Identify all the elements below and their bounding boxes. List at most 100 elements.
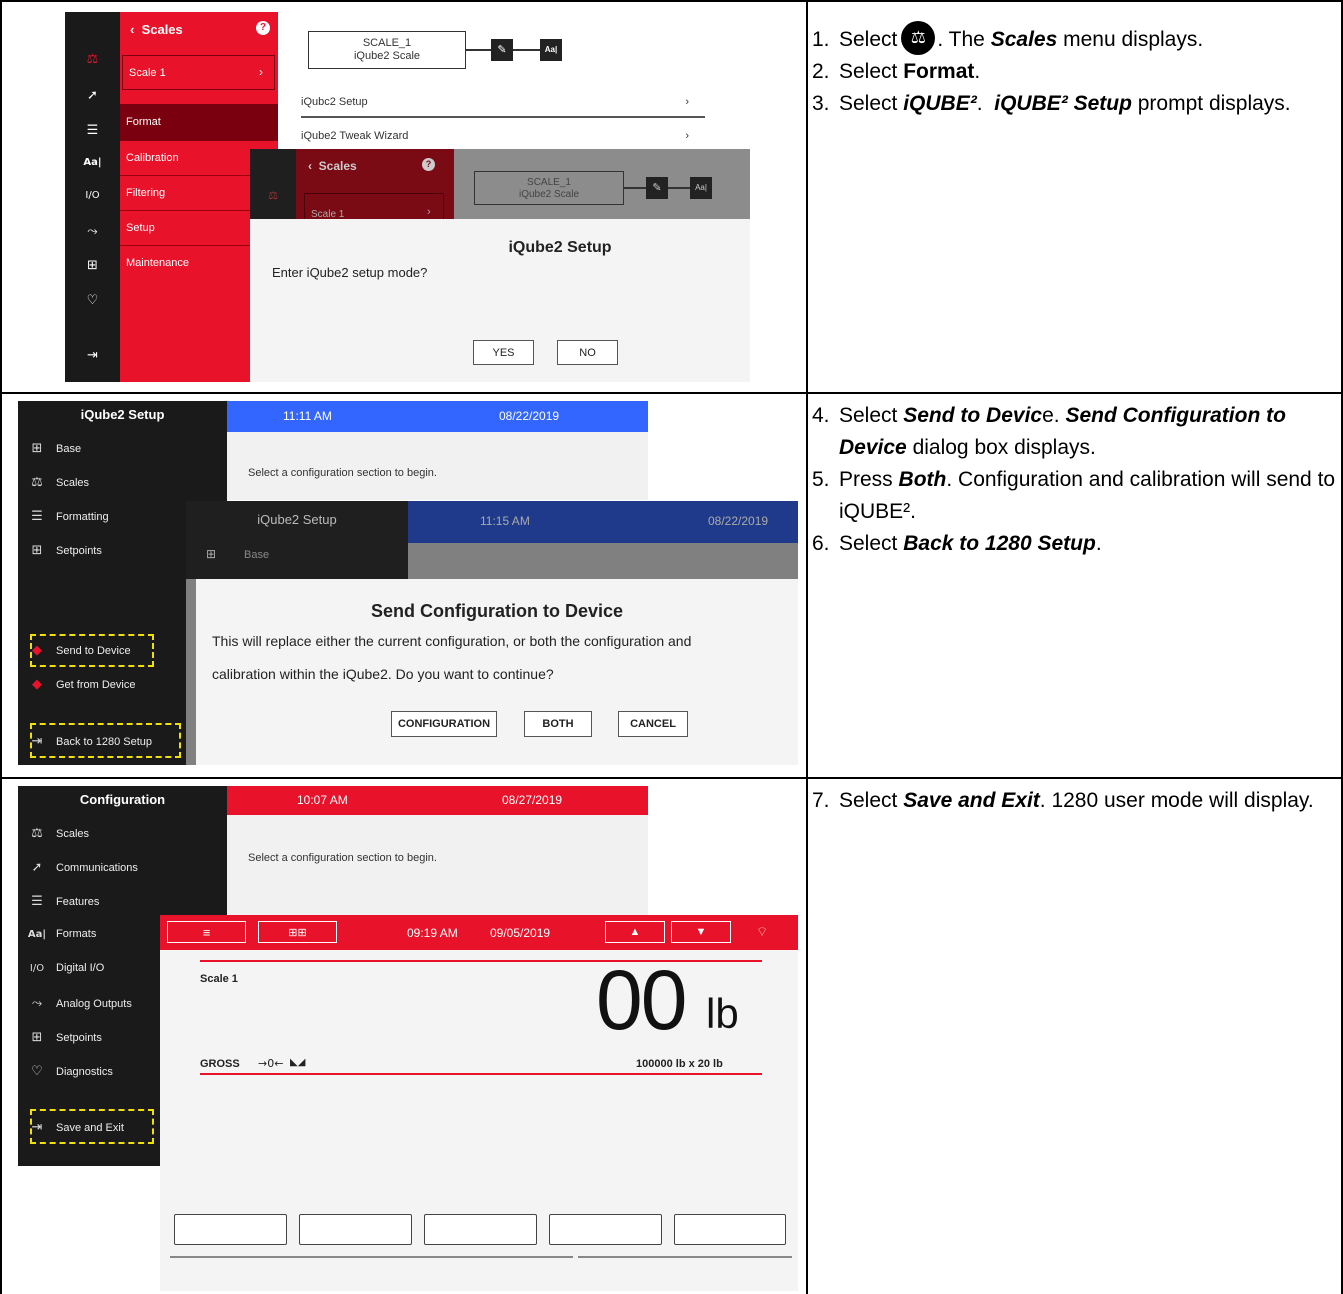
user-mode-header: ≡ ⊞⊞ 09:19 AM 09/05/2019 ▲ ▼ ⌔ <box>160 915 798 950</box>
format-icon[interactable]: Aa| <box>540 39 562 61</box>
no-button[interactable]: NO <box>557 340 618 365</box>
step-6: 6. Select Back to 1280 Setup. <box>812 532 1102 555</box>
sidebar-title: iQube2 Setup <box>80 407 165 422</box>
highlight-save-and-exit <box>30 1109 154 1144</box>
menu-item-setup[interactable]: Setup <box>126 222 155 234</box>
sidebar-item-setpoints[interactable]: ⊞ Setpoints <box>18 1030 102 1045</box>
step-5: 5. Press Both. Configuration and calibrat… <box>812 468 1336 523</box>
sidebar-item-setpoints[interactable]: ⊞ Setpoints <box>18 543 102 558</box>
communications-icon[interactable]: ➚ <box>65 88 120 103</box>
send-configuration-dialog: Send Configuration to Device This will r… <box>196 579 798 765</box>
softkey-3[interactable] <box>424 1214 537 1245</box>
diagnostics-icon: ♡ <box>31 1064 43 1079</box>
digital-io-icon: I/O <box>29 962 45 974</box>
setpoint-menu-button[interactable]: ⊞⊞ <box>258 921 337 943</box>
sidebar-item-digital-io[interactable]: I/O Digital I/O <box>18 962 104 974</box>
screenshot-scales-menu: ⚖ ➚ ☰ Aa| I/O ⤳ ⊞ ♡ ⇥ ‹ Scales ? Scale 1… <box>65 12 750 382</box>
blue-header: 11:11 AM 08/22/2019 <box>227 401 648 432</box>
center-of-zero-icon: →0← <box>258 1057 284 1070</box>
step-1: 1. Select ⚖. The Scales menu displays. <box>812 21 1340 56</box>
scale-icon: ⚖ <box>901 21 936 56</box>
screenshot-configuration: Configuration ⚖ Scales ➚ Communications ☰ F… <box>18 786 798 1291</box>
menu-item-format[interactable]: Format <box>120 104 278 141</box>
list-icon: ☰ <box>31 894 43 909</box>
select-section-prompt: Select a configuration section to begin. <box>248 467 437 479</box>
analog-output-icon[interactable]: ⤳ <box>65 224 120 239</box>
setpoints-icon: ⊞ <box>31 543 43 558</box>
motion-icon: ◣◢ <box>290 1057 306 1068</box>
list-item-tweak-wizard[interactable]: iQube2 Tweak Wizard › <box>301 130 689 142</box>
dialog-message: Enter iQube2 setup mode? <box>272 265 428 280</box>
capacity-label: 100000 lb x 20 lb <box>636 1058 723 1070</box>
menu-item-maintenance[interactable]: Maintenance <box>126 257 189 269</box>
sidebar-item-formats[interactable]: Aa| Formats <box>18 928 96 940</box>
select-section-prompt: Select a configuration section to begin. <box>248 852 437 864</box>
configuration-button[interactable]: CONFIGURATION <box>391 711 497 737</box>
step-7: 7. Select Save and Exit. 1280 user mode w… <box>812 789 1314 812</box>
formats-icon: Aa| <box>27 928 47 940</box>
softkey-1[interactable] <box>174 1214 287 1245</box>
dialog-message-line-1: This will replace either the current con… <box>212 633 692 649</box>
table-border-left <box>0 0 2 1294</box>
both-button[interactable]: BOTH <box>524 711 592 737</box>
step-4: 4. Select Send to Device. Send Configurat… <box>812 404 1286 459</box>
sidebar-item-scales[interactable]: ⚖ Scales <box>18 826 89 841</box>
sidebar-item-scales[interactable]: ⚖ Scales <box>18 475 89 490</box>
list-icon: ☰ <box>31 509 43 524</box>
setpoints-icon: ⊞ <box>31 1030 43 1045</box>
sidebar-item-base[interactable]: ⊞ Base <box>18 441 82 456</box>
dialog-message-line-2: calibration within the iQube2. Do you wa… <box>212 666 554 682</box>
row-divider-2 <box>0 777 1343 779</box>
softkey-5[interactable] <box>674 1214 786 1245</box>
scale-1-box: SCALE_1 iQube2 Scale <box>308 31 466 69</box>
cancel-button[interactable]: CANCEL <box>618 711 688 737</box>
steps-group-2: 4. Select Send to Device. Send Configurat… <box>812 400 1340 560</box>
iqube2-setup-dialog: iQube2 Setup Enter iQube2 setup mode? YE… <box>250 219 750 382</box>
sidebar-item-formatting[interactable]: ☰ Formatting <box>18 509 108 524</box>
highlight-send-to-device <box>30 634 154 667</box>
menu-item-calibration[interactable]: Calibration <box>126 152 179 164</box>
help-icon[interactable]: ? <box>256 21 270 35</box>
row-divider-1 <box>0 392 1343 394</box>
user-mode-screen: ≡ ⊞⊞ 09:19 AM 09/05/2019 ▲ ▼ ⌔ Scale 1 0… <box>160 915 798 1291</box>
sidebar-item-communications[interactable]: ➚ Communications <box>18 860 138 875</box>
get-from-device-button[interactable]: ◆ Get from Device <box>18 677 135 692</box>
scale-1-item[interactable]: Scale 1 › <box>122 55 275 90</box>
scale-icon[interactable]: ⚖ <box>65 52 120 67</box>
edit-icon[interactable]: ✎ <box>491 39 513 61</box>
steps-group-1: 1. Select ⚖. The Scales menu displays. 2. S… <box>812 21 1340 120</box>
wifi-icon: ⌔ <box>756 924 769 939</box>
sidebar-title: Configuration <box>79 792 166 807</box>
dimmed-overlay: ⚖ ‹ Scales ? Scale 1 › SCALE_1 iQube2 Scal… <box>250 149 750 382</box>
up-arrow-button[interactable]: ▲ <box>605 921 665 943</box>
icon-rail: ⚖ ➚ ☰ Aa| I/O ⤳ ⊞ ♡ ⇥ <box>65 12 120 382</box>
softkey-4[interactable] <box>549 1214 662 1245</box>
gross-label: GROSS <box>200 1058 240 1070</box>
scale-icon: ⚖ <box>31 826 43 841</box>
communications-icon: ➚ <box>31 860 43 875</box>
diagnostics-icon[interactable]: ♡ <box>65 293 120 308</box>
setpoints-icon[interactable]: ⊞ <box>65 258 120 273</box>
list-item-iqube2-setup[interactable]: iQubc2 Setup › <box>301 96 689 108</box>
dialog-title: iQube2 Setup <box>508 239 612 256</box>
formats-icon[interactable]: Aa| <box>65 157 120 168</box>
red-header: 10:07 AM 08/27/2019 <box>227 786 648 815</box>
highlight-back-to-1280 <box>30 723 181 758</box>
digital-io-icon[interactable]: I/O <box>65 190 120 201</box>
scale-icon: ⚖ <box>31 475 43 490</box>
yes-button[interactable]: YES <box>473 340 534 365</box>
grid-icon: ⊞ <box>31 441 43 456</box>
features-icon[interactable]: ☰ <box>65 123 120 138</box>
column-divider <box>806 0 808 1294</box>
menu-item-filtering[interactable]: Filtering <box>126 187 165 199</box>
menu-back-header[interactable]: ‹ Scales <box>130 22 183 37</box>
sidebar-item-diagnostics[interactable]: ♡ Diagnostics <box>18 1064 113 1079</box>
step-2: 2. Select Format. <box>812 60 981 83</box>
sidebar-item-features[interactable]: ☰ Features <box>18 894 99 909</box>
exit-icon[interactable]: ⇥ <box>65 348 120 363</box>
menu-button[interactable]: ≡ <box>167 921 246 943</box>
softkey-2[interactable] <box>299 1214 412 1245</box>
table-border-right <box>1341 0 1343 1294</box>
sidebar-item-analog-outputs[interactable]: ⤳ Analog Outputs <box>18 996 132 1011</box>
down-arrow-button[interactable]: ▼ <box>671 921 731 943</box>
